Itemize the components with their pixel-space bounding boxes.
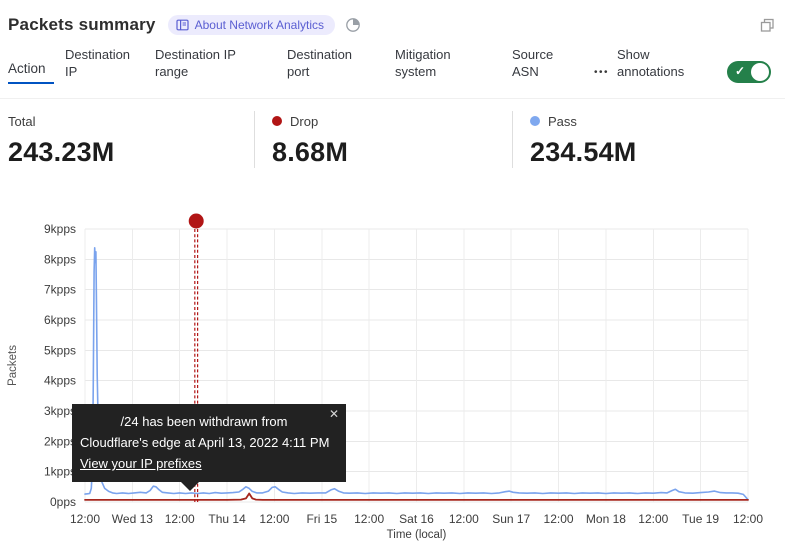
stat-pass-value: 234.54M: [530, 137, 732, 168]
x-tick-label: Thu 14: [208, 512, 246, 526]
more-tabs-icon[interactable]: •••: [594, 67, 612, 78]
pie-chart-icon[interactable]: [345, 17, 361, 33]
y-tick-label: 0pps: [50, 495, 76, 509]
duplicate-icon[interactable]: [760, 18, 775, 33]
y-axis-title: Packets: [7, 345, 19, 386]
x-tick-label: 12:00: [165, 512, 195, 526]
x-tick-label: 12:00: [638, 512, 668, 526]
y-tick-label: 9kpps: [44, 222, 76, 236]
stat-drop-label: Drop: [290, 114, 318, 129]
stat-total-label: Total: [8, 114, 35, 129]
x-tick-label: Tue 19: [682, 512, 719, 526]
y-tick-label: 4kpps: [44, 374, 76, 388]
x-tick-label: 12:00: [70, 512, 100, 526]
stat-drop-value: 8.68M: [272, 137, 512, 168]
chart-svg: 0pps1kpps2kpps3kpps4kpps5kpps6kpps7kpps8…: [0, 205, 785, 555]
stat-pass-label: Pass: [548, 114, 577, 129]
tab-destination-ip-range[interactable]: Destination IP range: [155, 46, 255, 80]
stat-total-value: 243.23M: [8, 137, 254, 168]
summary-stats: Total 243.23M Drop 8.68M Pass 234.54M: [0, 99, 785, 168]
x-tick-label: 12:00: [354, 512, 384, 526]
dimension-tab-bar: Action Destination IP Destination IP ran…: [0, 40, 785, 99]
tab-source-asn[interactable]: Source ASN: [512, 46, 567, 80]
tooltip-line-2: Cloudflare's edge at April 13, 2022 4:11…: [80, 432, 334, 453]
y-tick-label: 5kpps: [44, 343, 76, 357]
x-tick-label: 12:00: [449, 512, 479, 526]
x-tick-label: Sat 16: [399, 512, 434, 526]
y-tick-label: 8kpps: [44, 252, 76, 266]
x-tick-label: 12:00: [259, 512, 289, 526]
x-tick-label: Sun 17: [492, 512, 530, 526]
annotation-tooltip: ✕ /24 has been withdrawn from Cloudflare…: [72, 404, 346, 482]
show-annotations-label: Show annotations: [617, 46, 702, 80]
close-icon[interactable]: ✕: [329, 408, 339, 420]
tab-destination-ip[interactable]: Destination IP: [65, 46, 140, 80]
check-icon: ✓: [735, 64, 745, 78]
tab-destination-port[interactable]: Destination port: [287, 46, 367, 80]
x-tick-label: Fri 15: [306, 512, 337, 526]
x-tick-label: Mon 18: [586, 512, 626, 526]
toggle-knob: [751, 63, 769, 81]
about-network-analytics-badge[interactable]: About Network Analytics: [168, 15, 335, 35]
tab-action[interactable]: Action: [8, 60, 54, 84]
stat-total: Total 243.23M: [0, 111, 254, 168]
x-tick-label: 12:00: [733, 512, 763, 526]
x-tick-label: 12:00: [544, 512, 574, 526]
drop-dot: [272, 116, 282, 126]
view-ip-prefixes-link[interactable]: View your IP prefixes: [80, 456, 202, 471]
y-tick-label: 7kpps: [44, 283, 76, 297]
tab-mitigation-system[interactable]: Mitigation system: [395, 46, 480, 80]
page-title: Packets summary: [8, 15, 156, 35]
stat-drop: Drop 8.68M: [254, 111, 512, 168]
tooltip-line-1: /24 has been withdrawn from: [80, 411, 334, 432]
x-axis-title: Time (local): [387, 529, 447, 541]
x-tick-label: Wed 13: [112, 512, 153, 526]
annotation-marker[interactable]: [189, 214, 204, 229]
pass-dot: [530, 116, 540, 126]
header: Packets summary About Network Analytics: [0, 0, 785, 40]
packets-time-series-chart: 0pps1kpps2kpps3kpps4kpps5kpps6kpps7kpps8…: [0, 205, 785, 555]
show-annotations-toggle[interactable]: ✓: [727, 61, 771, 83]
stat-pass: Pass 234.54M: [512, 111, 732, 168]
badge-label: About Network Analytics: [195, 18, 324, 32]
y-tick-label: 6kpps: [44, 313, 76, 327]
book-icon: [176, 19, 189, 31]
